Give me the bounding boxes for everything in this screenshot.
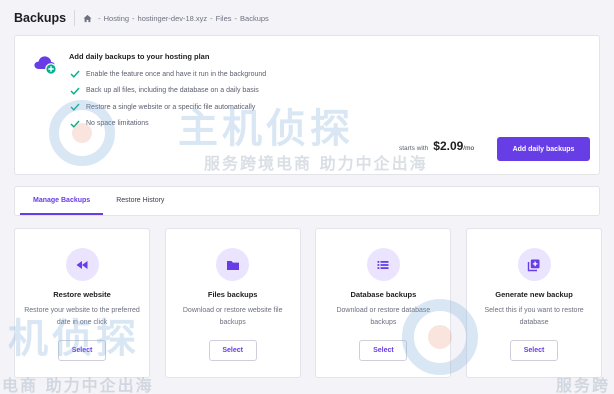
check-icon [70,120,80,128]
breadcrumb-separator: - [210,13,213,23]
breadcrumb-item-domain[interactable]: hostinger-dev-18.xyz [138,14,208,23]
card-icon-circle [65,248,99,281]
breadcrumb-item-files[interactable]: Files [216,14,232,23]
card-icon-circle [366,248,400,281]
breadcrumb-separator: - [98,13,101,23]
check-icon [70,87,80,95]
card-description: Restore your website to the preferred da… [24,307,140,326]
breadcrumb-separator: - [234,13,238,23]
check-icon [70,103,80,112]
tab-restore-history[interactable]: Restore History [103,187,177,215]
page-title: Backups [14,11,67,25]
database-backups-card: Database backups Download or restore dat… [315,228,452,378]
price-period: /mo [463,145,475,152]
database-backups-select-button[interactable]: Select [359,340,408,361]
feature-item: Back up all files, including the databas… [70,83,266,100]
card-description: Select this if you want to restore datab… [484,307,584,326]
restore-website-select-button[interactable]: Select [58,340,106,361]
feature-text: Enable the feature once and have it run … [86,70,267,78]
restore-website-card: Restore website Restore your website to … [14,228,150,378]
card-title: Files backups [207,290,258,299]
home-icon[interactable] [83,14,92,23]
price-value: $2.09 [433,139,464,153]
promo-title: Add daily backups to your hosting plan [69,52,210,61]
feature-text: Back up all files, including the databas… [86,87,259,95]
feature-text: Restore a single website or a specific f… [86,103,256,111]
breadcrumb-item-hosting[interactable]: Hosting [104,14,129,23]
breadcrumb-separator: - [132,13,135,23]
add-daily-backups-button[interactable]: Add daily backups [497,137,590,161]
folder-icon [226,260,239,270]
add-library-icon [527,259,540,271]
breadcrumb-item-backups: Backups [240,13,269,23]
card-description: Download or restore database backups [336,307,431,326]
feature-text: No space limitations [86,120,149,128]
price-prefix: starts with [399,145,429,152]
breadcrumb: - Hosting - hostinger-dev-18.xyz - Files… [83,14,269,23]
card-icon-circle [517,248,551,281]
card-title: Generate new backup [495,290,573,299]
card-description: Download or restore website file backups [182,307,283,326]
check-icon [70,70,80,79]
feature-list: Enable the feature once and have it run … [70,66,266,132]
header-divider [74,10,76,26]
page-header: Backups - Hosting - hostinger-dev-18.xyz… [14,8,269,28]
cloud-add-icon [34,56,57,75]
daily-backups-promo: Add daily backups to your hosting plan E… [14,35,600,175]
generate-backup-select-button[interactable]: Select [510,340,559,361]
card-title: Restore website [53,290,111,299]
files-backups-select-button[interactable]: Select [208,340,257,361]
files-backups-card: Files backups Download or restore websit… [164,228,301,378]
feature-item: Enable the feature once and have it run … [70,66,266,83]
rewind-icon [76,260,88,269]
backup-tabs: Manage Backups Restore History [14,186,600,216]
price-block: starts with $2.09 /mo [399,139,474,153]
backup-options: Restore website Restore your website to … [14,228,603,378]
tab-manage-backups[interactable]: Manage Backups [20,187,104,215]
generate-backup-card: Generate new backup Select this if you w… [466,228,603,378]
feature-item: Restore a single website or a specific f… [70,99,266,116]
feature-item: No space limitations [70,116,266,133]
card-title: Database backups [350,290,417,299]
card-icon-circle [216,248,250,281]
list-icon [377,260,389,269]
